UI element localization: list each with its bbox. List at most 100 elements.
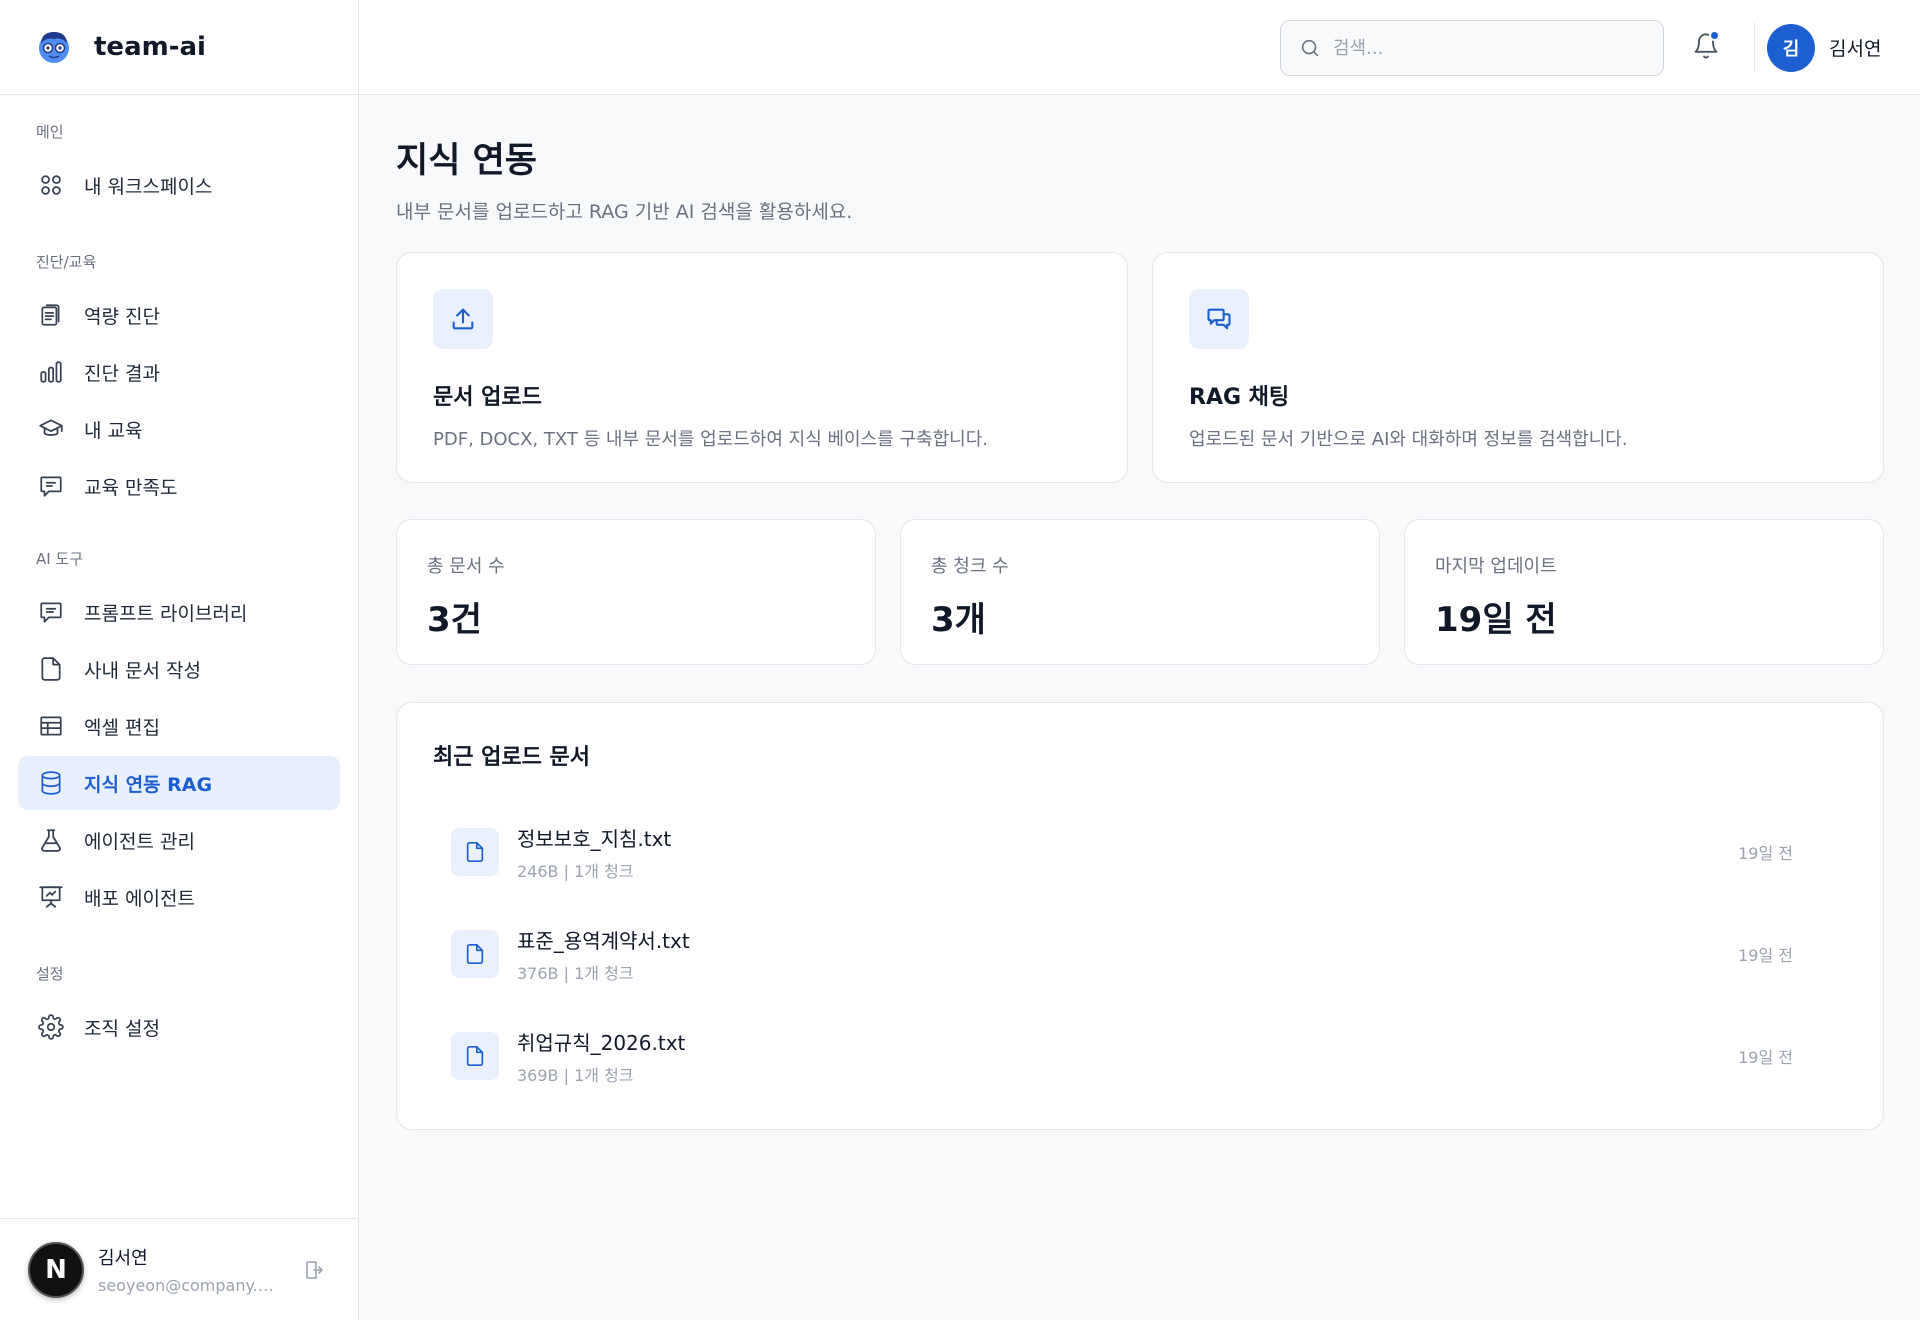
sidebar-item-label: 교육 만족도 [84,476,178,499]
feature-description: PDF, DOCX, TXT 등 내부 문서를 업로드하여 지식 베이스를 구축… [433,429,988,450]
file-icon [466,842,484,862]
file-icon [466,1046,484,1066]
sidebar-item-label: 역량 진단 [84,305,160,328]
sidebar-item-education[interactable]: 내 교육 [18,402,340,456]
stat-label: 총 청크 수 [931,556,1009,577]
search-box[interactable] [1280,20,1664,76]
document-time: 19일 전 [1738,946,1793,965]
document-meta: 376B | 1개 청크 [517,963,634,983]
file-icon-badge [451,828,499,876]
notification-button[interactable] [1692,30,1722,62]
document-name: 정보보호_지침.txt [517,826,672,851]
search-icon [1301,39,1319,57]
file-icon-badge [451,1032,499,1080]
user-info: 김서연 seoyeon@company.com [98,1244,278,1295]
file-icon-badge [451,930,499,978]
stat-value: 3개 [931,600,986,640]
document-text: 취업규칙_2026.txt 369B | 1개 청크 [517,1027,1738,1086]
feature-card-upload[interactable]: 문서 업로드 PDF, DOCX, TXT 등 내부 문서를 업로드하여 지식 … [396,252,1128,483]
clipboard-icon [38,302,64,328]
sidebar-item-results[interactable]: 진단 결과 [18,345,340,399]
sidebar-item-label: 조직 설정 [84,1017,160,1040]
grid-icon [38,172,64,198]
sidebar-item-workspace[interactable]: 내 워크스페이스 [18,158,340,212]
stat-card-total-docs: 총 문서 수 3건 [396,519,876,665]
upload-icon [452,308,474,330]
file-icon [38,656,64,682]
user-name: 김서연 [98,1248,148,1269]
section-title-settings: 설정 [36,965,64,983]
brand[interactable]: team-ai [0,0,358,95]
avatar[interactable]: 김 [1767,24,1815,72]
document-list: 정보보호_지침.txt 246B | 1개 청크 19일 전 표준_용역계약서.… [433,801,1847,1107]
document-name: 표준_용역계약서.txt [517,928,690,953]
recent-title: 최근 업로드 문서 [433,745,590,770]
feature-description: 업로드된 문서 기반으로 AI와 대화하며 정보를 검색합니다. [1189,429,1628,450]
sidebar-item-label: 지식 연동 RAG [84,773,213,796]
message-square-icon [38,473,64,499]
sidebar-item-label: 에이전트 관리 [84,830,195,853]
sidebar-nav: 메인 내 워크스페이스 진단/교육 역량 진단 진단 결과 내 교육 교육 만족… [0,122,358,1054]
sidebar-item-label: 프롬프트 라이브러리 [84,602,248,625]
document-meta: 246B | 1개 청크 [517,861,634,881]
sidebar-item-agent-management[interactable]: 에이전트 관리 [18,813,340,867]
page-title: 지식 연동 [396,141,537,181]
stat-card-total-chunks: 총 청크 수 3개 [900,519,1380,665]
search-input[interactable] [1333,37,1633,59]
section-title-main: 메인 [36,123,64,141]
section-title-diagnosis: 진단/교육 [36,253,97,271]
feature-card-rag-chat[interactable]: RAG 채팅 업로드된 문서 기반으로 AI와 대화하며 정보를 검색합니다. [1152,252,1884,483]
sidebar-item-label: 배포 에이전트 [84,887,195,910]
upload-icon-badge [433,289,493,349]
database-icon [38,770,64,796]
file-icon [466,944,484,964]
divider [1754,22,1755,72]
sidebar-item-prompt-library[interactable]: 프롬프트 라이브러리 [18,585,340,639]
sidebar: team-ai 메인 내 워크스페이스 진단/교육 역량 진단 진단 결과 내 … [0,0,359,1320]
logout-icon [306,1260,323,1279]
flask-icon [38,827,64,853]
main-content: 지식 연동 내부 문서를 업로드하고 RAG 기반 AI 검색을 활용하세요. … [396,95,1884,1130]
stat-value: 19일 전 [1435,600,1557,640]
avatar[interactable]: N [28,1241,84,1298]
document-time: 19일 전 [1738,1048,1793,1067]
bar-chart-icon [38,359,64,385]
sidebar-item-satisfaction[interactable]: 교육 만족도 [18,459,340,513]
sidebar-item-label: 진단 결과 [84,362,160,385]
sidebar-item-knowledge-rag[interactable]: 지식 연동 RAG [18,756,340,810]
document-meta: 369B | 1개 청크 [517,1065,634,1085]
sidebar-item-competency[interactable]: 역량 진단 [18,288,340,342]
presentation-icon [38,884,64,910]
sidebar-item-doc-writing[interactable]: 사내 문서 작성 [18,642,340,696]
top-user-name[interactable]: 김서연 [1829,34,1881,61]
list-item[interactable]: 정보보호_지침.txt 246B | 1개 청크 19일 전 [433,801,1847,903]
logout-button[interactable] [302,1258,326,1282]
stat-card-last-update: 마지막 업데이트 19일 전 [1404,519,1884,665]
sidebar-item-label: 엑셀 편집 [84,716,160,739]
sidebar-item-org-settings[interactable]: 조직 설정 [18,1000,340,1054]
chat-bubbles-icon [1207,308,1231,330]
graduation-cap-icon [38,416,64,442]
notification-dot [1709,30,1720,41]
sidebar-item-label: 내 워크스페이스 [84,175,213,198]
page-subtitle: 내부 문서를 업로드하고 RAG 기반 AI 검색을 활용하세요. [396,201,853,223]
document-text: 정보보호_지침.txt 246B | 1개 청크 [517,823,1738,882]
sidebar-item-deploy-agent[interactable]: 배포 에이전트 [18,870,340,924]
feature-title: 문서 업로드 [433,385,542,410]
chat-icon-badge [1189,289,1249,349]
stat-label: 마지막 업데이트 [1435,556,1557,577]
stat-value: 3건 [427,600,482,640]
list-item[interactable]: 취업규칙_2026.txt 369B | 1개 청크 19일 전 [433,1005,1847,1107]
robot-face-icon [39,32,69,63]
gear-icon [38,1014,64,1040]
topbar: 김 김서연 [359,0,1920,95]
sidebar-user: N 김서연 seoyeon@company.com [0,1218,358,1320]
list-item[interactable]: 표준_용역계약서.txt 376B | 1개 청크 19일 전 [433,903,1847,1005]
sidebar-item-excel[interactable]: 엑셀 편집 [18,699,340,753]
sidebar-item-label: 내 교육 [84,419,143,442]
brand-name: team-ai [94,32,206,62]
stat-label: 총 문서 수 [427,556,505,577]
document-name: 취업규칙_2026.txt [517,1030,686,1055]
user-email: seoyeon@company.com [98,1276,278,1295]
document-text: 표준_용역계약서.txt 376B | 1개 청크 [517,925,1738,984]
